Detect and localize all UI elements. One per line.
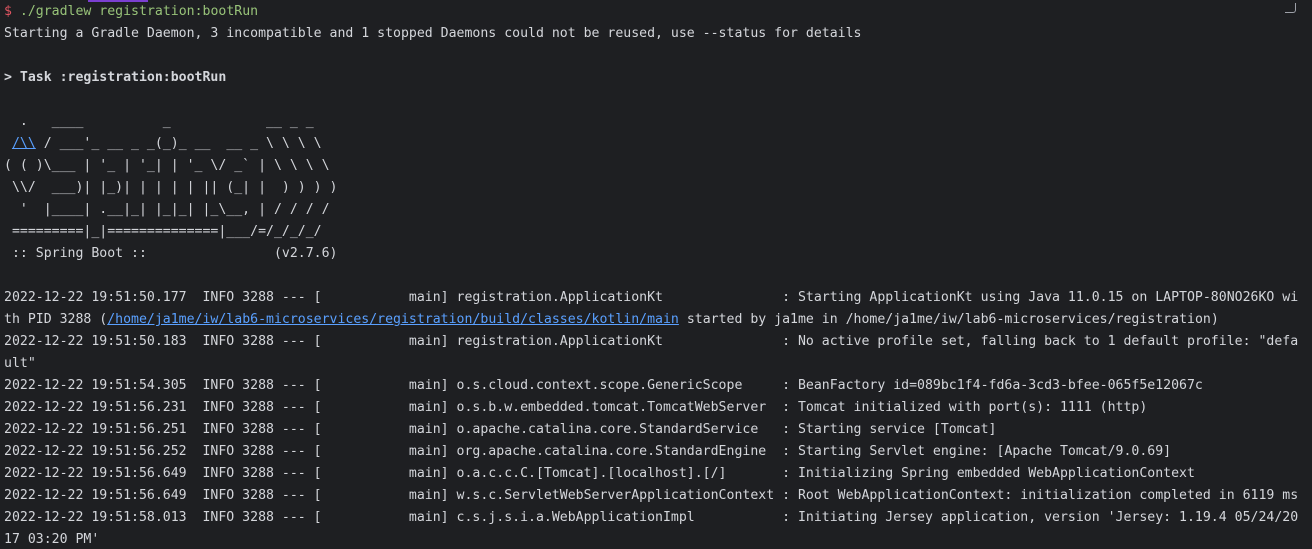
banner-line-4: \\/ ___)| |_)| | | | | || (_| | ) ) ) ) <box>4 180 338 195</box>
log-line: 17 03:20 PM' <box>4 532 100 547</box>
command-text: ./gradlew registration:bootRun <box>19 4 259 19</box>
log-text: started by ja1me in /home/ja1me/iw/lab6-… <box>678 312 1219 327</box>
banner-line-2: /\\ / ___'_ __ _ _(_)_ __ __ _ \ \ \ \ <box>4 133 322 155</box>
log-line: 2022-12-22 19:51:54.305 INFO 3288 --- [ … <box>4 378 1203 393</box>
scroll-to-end-icon[interactable] <box>1285 3 1296 13</box>
banner-line-1: . ____ _ __ _ _ <box>4 114 314 129</box>
log-text: th PID 3288 ( <box>4 312 108 327</box>
log-line: 2022-12-22 19:51:56.251 INFO 3288 --- [ … <box>4 422 997 437</box>
task-line: > Task :registration:bootRun <box>4 70 227 85</box>
prompt-line: $ ./gradlew registration:bootRun <box>4 1 258 23</box>
banner-line-2-text: / ___'_ __ _ _(_)_ __ __ _ \ \ \ \ <box>35 136 322 151</box>
classpath-link[interactable]: /home/ja1me/iw/lab6-microservices/regist… <box>107 312 679 327</box>
prompt-symbol: $ <box>4 4 12 19</box>
daemon-message: Starting a Gradle Daemon, 3 incompatible… <box>4 26 862 41</box>
banner-line-5: ' |____| .__|_| |_|_| |_\__, | / / / / <box>4 202 330 217</box>
spring-boot-version-line: :: Spring Boot :: (v2.7.6) <box>4 246 338 261</box>
log-line: 2022-12-22 19:51:56.231 INFO 3288 --- [ … <box>4 400 1148 415</box>
log-line: 2022-12-22 19:51:56.649 INFO 3288 --- [ … <box>4 488 1299 503</box>
log-line: 2022-12-22 19:51:56.252 INFO 3288 --- [ … <box>4 444 1172 459</box>
log-line: th PID 3288 (/home/ja1me/iw/lab6-microse… <box>4 309 1219 331</box>
log-line: 2022-12-22 19:51:50.177 INFO 3288 --- [ … <box>4 290 1299 305</box>
banner-line-6: =========|_|==============|___/=/_/_/_/ <box>4 224 322 239</box>
log-line: 2022-12-22 19:51:58.013 INFO 3288 --- [ … <box>4 510 1299 525</box>
terminal-window[interactable]: $ ./gradlew registration:bootRun Startin… <box>0 0 1312 549</box>
log-line: ult" <box>4 356 36 371</box>
banner-line-3: ( ( )\___ | '_ | '_| | '_ \/ _` | \ \ \ … <box>4 158 330 173</box>
log-line: 2022-12-22 19:51:56.649 INFO 3288 --- [ … <box>4 466 1195 481</box>
banner-link[interactable]: /\\ <box>12 136 36 151</box>
log-line: 2022-12-22 19:51:50.183 INFO 3288 --- [ … <box>4 334 1299 349</box>
